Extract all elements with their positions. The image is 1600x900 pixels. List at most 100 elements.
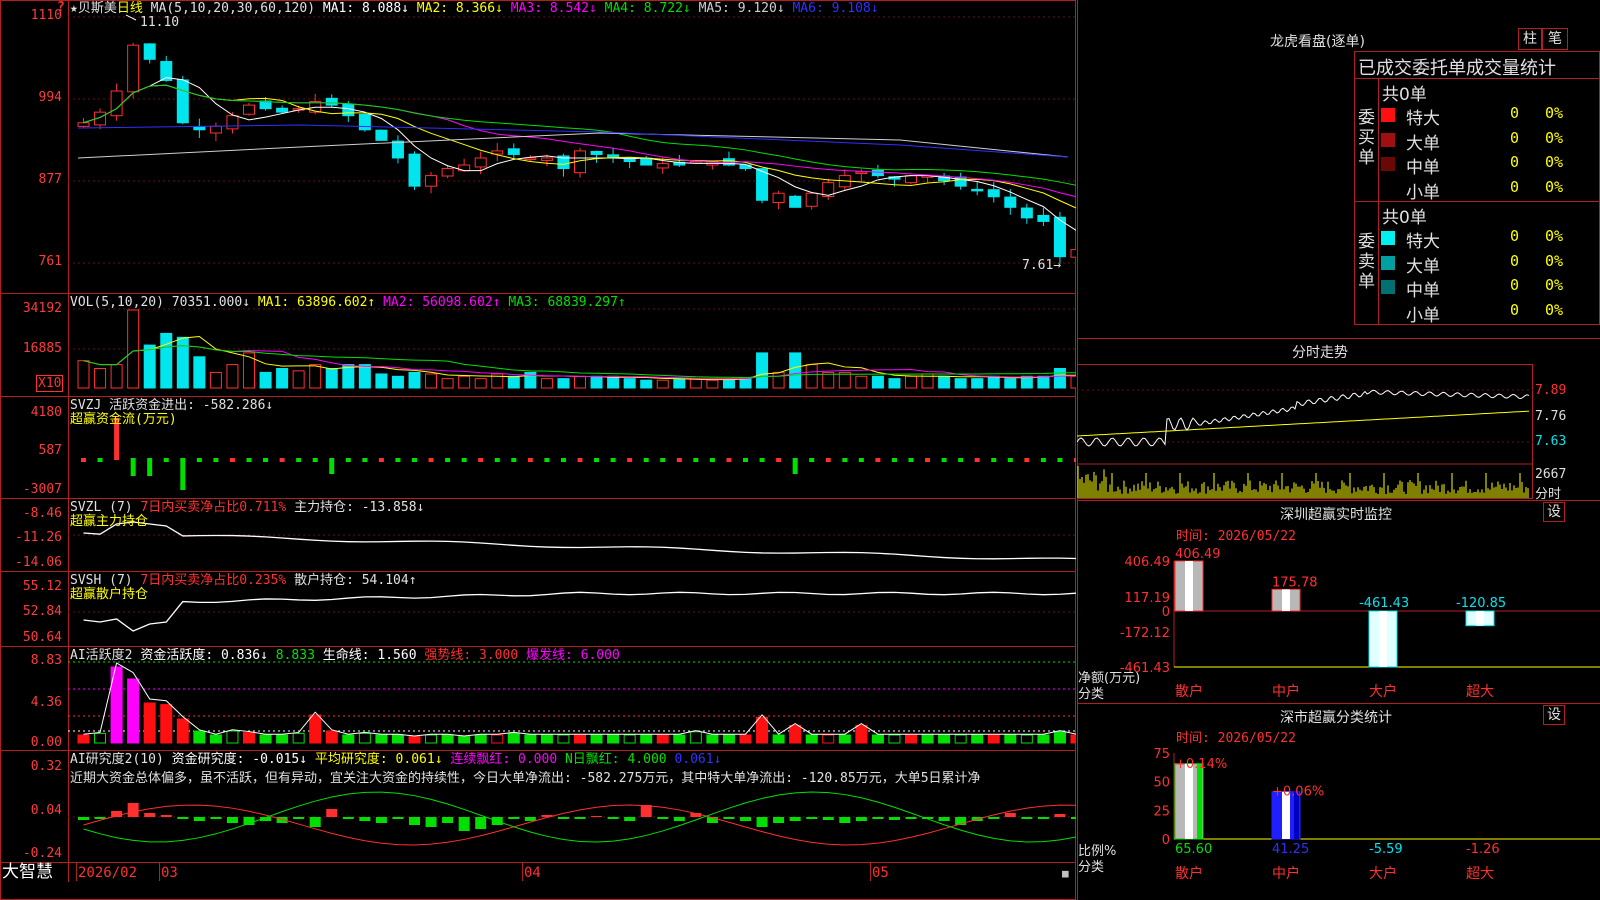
svzj-bar — [560, 458, 566, 462]
tab-bar-chart[interactable]: 柱 — [1518, 28, 1542, 50]
buy-row-swatch-2 — [1381, 157, 1395, 171]
ai2-bar — [359, 817, 371, 821]
ai1-bar — [1020, 734, 1033, 744]
svzj-bar — [81, 458, 86, 462]
svzj-bar — [726, 458, 732, 462]
candle-body — [358, 113, 371, 131]
buy-row-value-0: 0 — [1510, 104, 1520, 122]
svzj-bar — [329, 458, 335, 474]
svzl-ratio: 7日内买卖净占比0.711% — [140, 500, 287, 515]
volume-bar — [226, 364, 239, 389]
ai2-bar — [822, 817, 834, 820]
ai1-bar — [491, 734, 504, 744]
volume-bar — [408, 371, 421, 389]
axis-svzj-1: 4180 — [30, 405, 62, 420]
ai2-bar — [1037, 817, 1049, 819]
ai1-bar — [838, 734, 851, 744]
buy-total: 共0单 — [1382, 85, 1427, 105]
ai1-bar — [309, 714, 322, 744]
lock-icon[interactable]: ■ — [1062, 866, 1069, 881]
ai1-bar — [772, 734, 785, 744]
volume-bars — [77, 309, 1076, 389]
ai1-bar — [540, 734, 553, 744]
candle-body — [756, 168, 769, 201]
candle-body — [1070, 249, 1076, 258]
intraday-chart[interactable] — [1077, 360, 1600, 500]
ai1-bar — [127, 678, 140, 744]
ai1-bar — [574, 734, 586, 744]
sell-row-pct-1: 0% — [1545, 251, 1564, 270]
buy-row-pct-0: 0% — [1545, 104, 1564, 122]
ai2-value-0: 资金研究度: -0.015↓ — [171, 752, 315, 767]
buy-row-pct-2: 0% — [1545, 153, 1564, 171]
svzj-bar — [196, 458, 202, 462]
ai1-bar — [689, 731, 702, 744]
menu-icon[interactable]: ? — [57, 0, 65, 15]
candle-body — [1004, 196, 1017, 208]
axis-svsh-1: 55.12 — [22, 579, 62, 594]
ai2-bar — [773, 817, 785, 823]
ai2-bar — [210, 817, 222, 819]
stock-name[interactable]: ★贝斯美 — [70, 1, 117, 16]
svzj-bar — [378, 458, 384, 462]
svzj-bar — [478, 458, 484, 462]
period-label[interactable]: 日线 — [117, 1, 143, 16]
ai2-bar — [193, 817, 205, 821]
ai2-bar — [855, 817, 867, 821]
sell-row-value-2: 0 — [1510, 276, 1520, 294]
price-panel-header: ★贝斯美日线 MA(5,10,20,30,60,120) MA1: 8.088↓… — [70, 1, 879, 16]
ai2-bar — [375, 817, 387, 823]
sz-monitor-axis-tick: 117.19 — [1125, 591, 1171, 606]
ai-activity-bars — [68, 661, 1076, 744]
svzj-bar — [461, 458, 467, 462]
buy-row-value-1: 0 — [1510, 128, 1520, 147]
ai2-bar — [177, 817, 189, 819]
svzj-bar — [709, 458, 715, 462]
intraday-axis-1: 7.89 — [1535, 383, 1567, 398]
candle-body — [855, 171, 868, 175]
ai2-bar — [309, 817, 321, 827]
svzj-bar — [445, 458, 451, 462]
tab-tick-list[interactable]: 笔 — [1542, 28, 1568, 50]
svzj-bar — [908, 458, 914, 462]
high-price-label: 11.10 — [140, 15, 180, 30]
ai1-bar — [1070, 734, 1076, 744]
volume-bar — [905, 375, 917, 389]
ai2-bar — [1071, 817, 1076, 819]
volume-bar — [805, 364, 818, 389]
svzl-polyline — [83, 521, 1076, 560]
svzj-bar — [527, 458, 533, 462]
ai2-bar — [94, 817, 106, 819]
sz-class-bottom-label: 65.60 — [1175, 842, 1212, 857]
volume-bar — [143, 344, 156, 389]
table-divider-2 — [1354, 201, 1600, 202]
intraday-price-line — [1077, 389, 1530, 447]
candlestick-series — [77, 42, 1076, 264]
ai1-bar — [855, 724, 868, 744]
sz-monitor-value-label: 406.49 — [1175, 547, 1221, 562]
sz-class-axis-tick: 50 — [1153, 776, 1170, 791]
svzj-bars — [81, 418, 1076, 490]
volume-bar — [739, 378, 752, 389]
candle-body — [391, 140, 404, 159]
ai1-value-4: 爆发线: 6.000 — [525, 648, 620, 663]
ai1-bar — [789, 724, 802, 744]
sz-monitor-bar-highlight — [1379, 611, 1387, 667]
candle-body — [375, 129, 388, 141]
ai1-bar — [590, 734, 603, 744]
buy-row-label-2: 中单 — [1406, 158, 1440, 178]
ai2-bar — [888, 817, 900, 820]
ai1-bar — [176, 718, 189, 744]
table-divider-1 — [1354, 78, 1600, 79]
volume-bar — [391, 375, 404, 389]
svzj-bar — [858, 458, 864, 462]
svzj-bar — [594, 458, 600, 462]
svzj-bar — [941, 458, 947, 462]
ai1-value-2: 生命线: 1.560 — [322, 648, 425, 663]
svzj-bar — [1024, 458, 1030, 462]
sz-monitor-value-label: 175.78 — [1272, 575, 1318, 590]
buy-row-value-3: 0 — [1510, 177, 1520, 196]
vol-ma-value-2: MA3: 68839.297↑ — [508, 295, 626, 310]
ai1-bar — [640, 734, 653, 744]
svzj-bar — [147, 458, 153, 476]
